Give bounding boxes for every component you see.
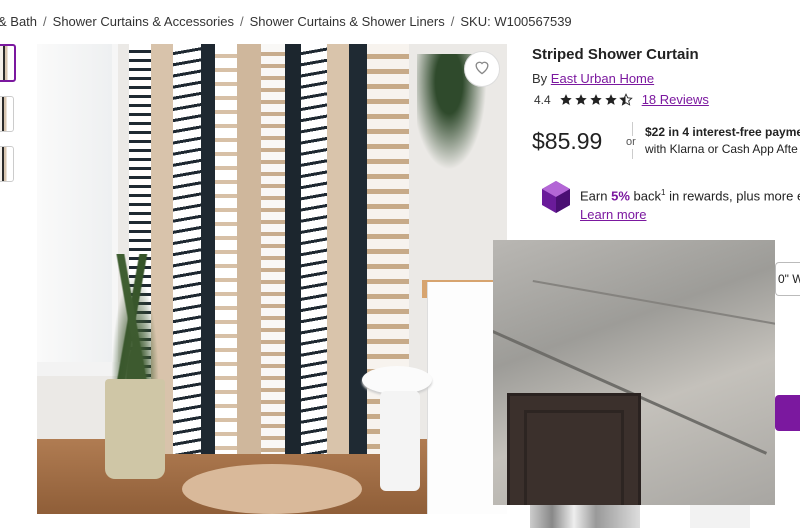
product-byline: By East Urban Home: [532, 71, 654, 86]
breadcrumb-sku: SKU: W100567539: [460, 14, 572, 29]
thumbnail-image[interactable]: [0, 44, 16, 82]
image-round-rug: [182, 464, 362, 514]
rewards-offer: Earn 5% back1 in rewards, plus more excl…: [580, 183, 800, 224]
purple-gem-icon: [541, 180, 571, 214]
klarna-line-2: with Klarna or Cash App Afte: [645, 142, 798, 156]
rewards-footnote: 1: [660, 188, 666, 197]
star-icon: [574, 93, 587, 105]
or-label: or: [626, 136, 636, 148]
brand-link[interactable]: East Urban Home: [551, 71, 654, 86]
star-half-icon: [618, 92, 633, 106]
rating-value: 4.4: [534, 92, 551, 107]
image-snake-plant: [107, 254, 163, 384]
learn-more-link[interactable]: Learn more: [580, 207, 646, 222]
klarna-offer: $22 in 4 interest-free payme with Klarna…: [645, 124, 800, 158]
thumbnail-image[interactable]: [0, 96, 14, 132]
rewards-prefix: Earn: [580, 188, 608, 204]
breadcrumb-item-shower-curtains-accessories[interactable]: Shower Curtains & Accessories: [53, 14, 234, 29]
rating-row: 4.4 18 Reviews: [534, 92, 709, 107]
favorite-button[interactable]: [464, 51, 500, 87]
thumbnail-strip: [0, 44, 16, 196]
breadcrumb-item-shower-curtains-liners[interactable]: Shower Curtains & Shower Liners: [250, 14, 445, 29]
zoom-preview-image: [493, 240, 775, 505]
image-toilet: [362, 366, 432, 496]
price-divider: [632, 122, 633, 136]
breadcrumb-item-bath[interactable]: & Bath: [0, 14, 37, 29]
add-to-cart-button[interactable]: [775, 395, 800, 431]
klarna-line-1: $22 in 4 interest-free payme: [645, 125, 800, 139]
heart-outline-icon: [473, 59, 491, 80]
breadcrumb-separator: /: [43, 14, 47, 29]
related-image[interactable]: [530, 505, 640, 528]
rewards-percent: 5%: [611, 188, 630, 204]
rewards-mid: back: [633, 188, 661, 204]
breadcrumb: & Bath / Shower Curtains & Accessories / Sho…: [0, 14, 572, 29]
image-plant-pot: [105, 379, 165, 479]
by-label: By: [532, 71, 548, 86]
star-icon: [559, 93, 572, 105]
main-product-image[interactable]: [37, 44, 507, 514]
thumbnail-image[interactable]: [0, 146, 14, 182]
price-divider: [632, 149, 633, 159]
star-icon: [604, 93, 617, 105]
breadcrumb-separator: /: [240, 14, 244, 29]
image-marble-vein: [532, 280, 775, 328]
product-title: Striped Shower Curtain: [532, 46, 699, 63]
rewards-suffix: in rewards, plus more excl: [669, 188, 800, 204]
related-image[interactable]: [690, 505, 750, 528]
reviews-link[interactable]: 18 Reviews: [642, 92, 709, 107]
breadcrumb-separator: /: [450, 14, 455, 29]
star-icon: [589, 93, 602, 105]
image-dark-cabinet: [507, 393, 641, 505]
star-rating: [559, 92, 634, 107]
size-select[interactable]: 0" W: [775, 262, 800, 296]
product-price: $85.99: [532, 128, 603, 154]
image-window: [37, 44, 118, 374]
